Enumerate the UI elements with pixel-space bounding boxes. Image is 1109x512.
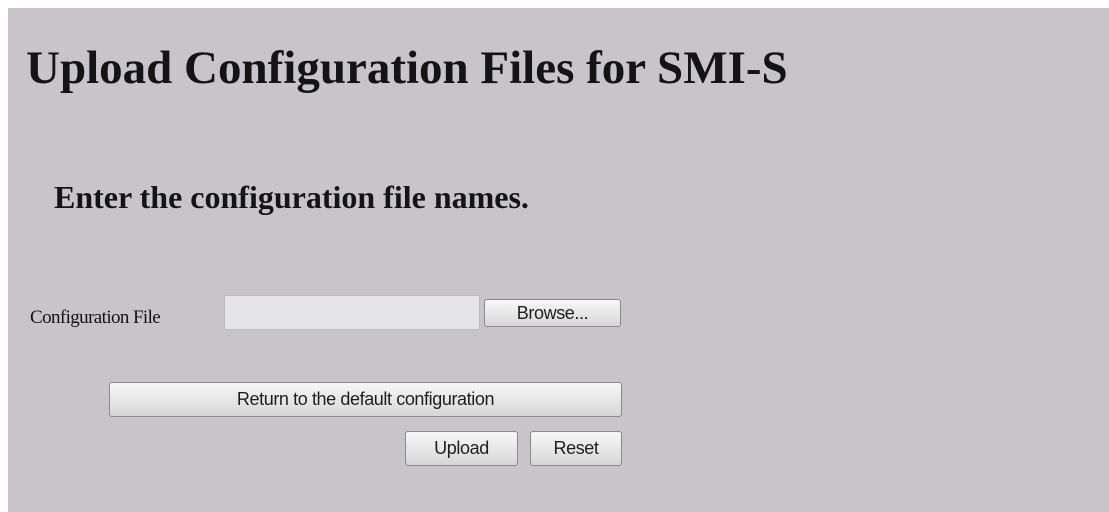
configuration-file-field[interactable] [224, 295, 480, 330]
configuration-file-label: Configuration File [30, 307, 161, 328]
upload-button[interactable]: Upload [405, 431, 518, 466]
page-title: Upload Configuration Files for SMI-S [26, 42, 788, 94]
browse-button[interactable]: Browse... [484, 299, 621, 327]
return-to-default-button[interactable]: Return to the default configuration [109, 382, 622, 417]
page-panel: Upload Configuration Files for SMI-S Ent… [8, 8, 1109, 512]
reset-button[interactable]: Reset [530, 431, 622, 466]
instructions-heading: Enter the configuration file names. [54, 179, 529, 215]
